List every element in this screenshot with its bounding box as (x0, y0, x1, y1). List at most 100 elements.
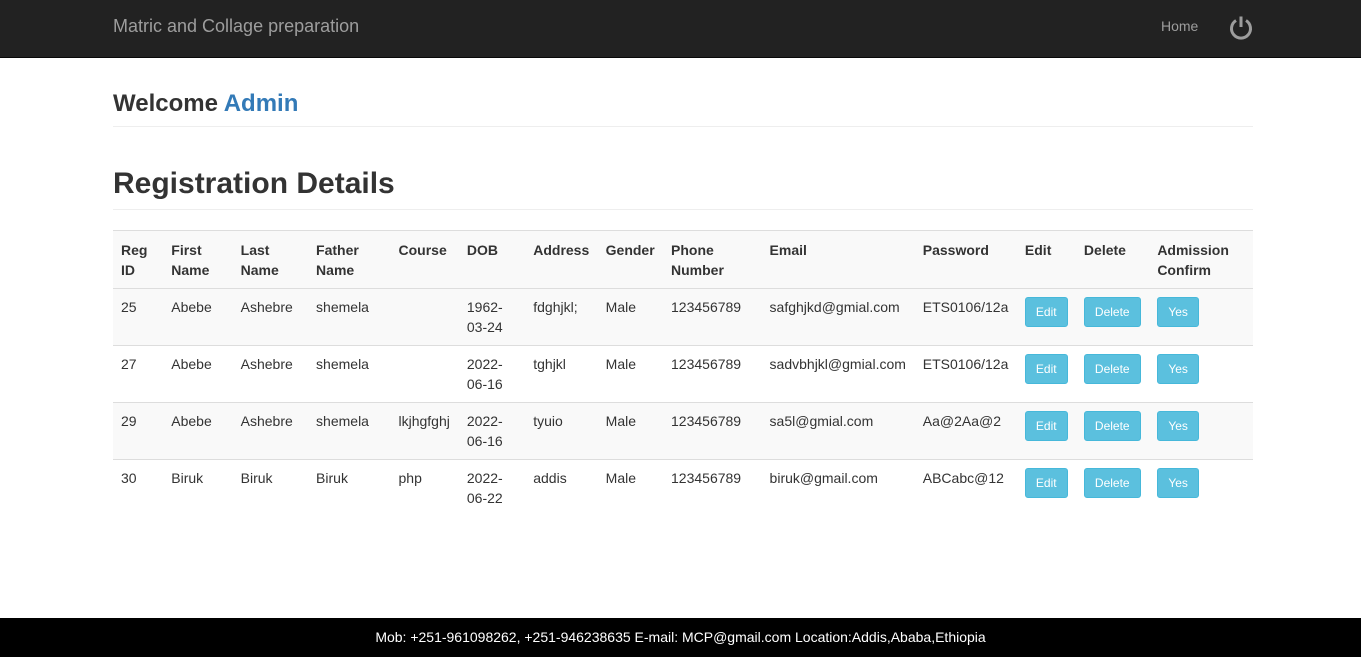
cell-delete: Delete (1075, 345, 1150, 403)
cell-address: tghjkl (525, 345, 598, 403)
admission-confirm-button[interactable]: Yes (1157, 354, 1199, 384)
column-header-line: Edit (1024, 242, 1052, 258)
cell-id: 27 (113, 345, 164, 403)
footer: Mob: +251-961098262, +251-946238635 E-ma… (0, 618, 1361, 657)
column-header-line: Name (240, 262, 279, 278)
cell-confirm: Yes (1149, 460, 1253, 517)
column-header: Phone Number (663, 230, 762, 289)
cell-gender: Male (597, 402, 664, 460)
dob-line: 2022- (466, 413, 503, 429)
dob-line: 03-24 (466, 319, 503, 335)
dob-line: 06-16 (466, 433, 503, 449)
cell-last: Ashebre (232, 345, 309, 403)
power-icon[interactable] (1228, 15, 1254, 41)
cell-phone: 123456789 (671, 470, 742, 486)
delete-button[interactable]: Delete (1083, 411, 1141, 441)
column-header: Address (525, 230, 598, 289)
delete-button[interactable]: Delete (1083, 468, 1141, 498)
column-header-line: Father (316, 242, 359, 258)
cell-father: Biruk (316, 470, 348, 486)
cell-confirm: Yes (1149, 345, 1253, 403)
column-header-line: Password (922, 242, 989, 258)
registration-table: Reg ID First Name Last Name Father Name Course DO… (113, 230, 1253, 517)
column-header: Father Name (308, 230, 391, 289)
table-row: 27 Abebe Ashebre shemela 2022- 06-16 tghjkl Mal… (113, 345, 1253, 403)
dob-line: 2022- (466, 356, 503, 372)
column-header-line: Address (533, 242, 590, 258)
cell-first: Abebe (163, 345, 233, 403)
column-header: Edit (1016, 230, 1076, 289)
cell-phone: 123456789 (663, 402, 762, 460)
cell-edit: Edit (1016, 288, 1076, 346)
admission-confirm-button[interactable]: Yes (1157, 297, 1199, 327)
edit-button[interactable]: Edit (1024, 468, 1068, 498)
cell-dob: 1962- 03-24 (458, 288, 526, 346)
cell-email: safghjkd@gmial.com (761, 288, 915, 346)
column-header-line: Phone (671, 242, 714, 258)
delete-button[interactable]: Delete (1083, 354, 1141, 384)
top-navbar: Matric and Collage preparation Home (0, 0, 1361, 58)
divider (113, 126, 1253, 127)
cell-gender: Male (605, 470, 637, 486)
cell-delete: Delete (1075, 402, 1150, 460)
column-header: DOB (458, 230, 526, 289)
cell-id: 29 (113, 402, 164, 460)
cell-first: Biruk (171, 470, 204, 486)
column-header: Password (914, 230, 1017, 289)
page-title: Registration Details (113, 167, 395, 200)
cell-first: Abebe (163, 288, 233, 346)
home-link[interactable]: Home (1161, 18, 1198, 34)
table-row: 30 Biruk Biruk Biruk php 2022- 06-22 addis Male 1… (113, 460, 1253, 517)
divider (113, 209, 1253, 210)
cell-delete: Delete (1076, 460, 1149, 517)
cell-edit: Edit (1016, 402, 1076, 460)
cell-first: Abebe (163, 402, 233, 460)
cell-gender: Male (597, 345, 664, 403)
column-header-line: ID (121, 262, 135, 278)
cell-father: shemela (308, 402, 391, 460)
cell-password: ETS0106/12a (914, 288, 1017, 346)
cell-last: Ashebre (232, 402, 309, 460)
edit-button[interactable]: Edit (1024, 354, 1068, 384)
cell-dob: 2022- 06-16 (458, 345, 526, 403)
column-header: Delete (1075, 230, 1150, 289)
delete-button[interactable]: Delete (1083, 297, 1141, 327)
brand-link[interactable]: Matric and Collage preparation (113, 16, 359, 37)
cell-phone: 123456789 (663, 345, 762, 403)
cell-course: php (398, 470, 422, 486)
column-header-line: Course (398, 242, 447, 258)
cell-address: fdghjkl; (525, 288, 598, 346)
welcome-heading: Welcome Admin (113, 90, 298, 118)
column-header-line: Name (171, 262, 210, 278)
cell-course: lkjhgfghj (390, 402, 459, 460)
admission-confirm-button[interactable]: Yes (1157, 411, 1199, 441)
cell-father: shemela (308, 288, 391, 346)
cell-last: Ashebre (232, 288, 309, 346)
column-header-line: Reg (121, 242, 148, 258)
cell-password: ETS0106/12a (914, 345, 1017, 403)
cell-father: shemela (308, 345, 391, 403)
column-header: Course (390, 230, 459, 289)
cell-email: sadvbhjkl@gmial.com (761, 345, 915, 403)
dob-line: 2022- (466, 470, 503, 486)
cell-delete: Delete (1075, 288, 1150, 346)
cell-edit: Edit (1016, 345, 1076, 403)
column-header-line: DOB (466, 242, 498, 258)
cell-address: addis (533, 470, 567, 486)
cell-dob: 2022- 06-22 (459, 460, 525, 517)
table-row: 25 Abebe Ashebre shemela 1962- 03-24 fdghjkl; M… (113, 288, 1253, 346)
column-header: Email (761, 230, 915, 289)
table-body: 25 Abebe Ashebre shemela 1962- 03-24 fdghjkl; M… (113, 288, 1253, 517)
cell-password: Aa@2Aa@2 (914, 402, 1017, 460)
cell-id: 30 (121, 470, 137, 486)
cell-address: tyuio (525, 402, 598, 460)
cell-course (390, 288, 459, 346)
admission-confirm-button[interactable]: Yes (1157, 468, 1199, 498)
table-row: 29 Abebe Ashebre shemela lkjhgfghj 2022- 06-16… (113, 402, 1253, 460)
cell-edit: Edit (1017, 460, 1076, 517)
cell-email: sa5l@gmial.com (761, 402, 915, 460)
edit-button[interactable]: Edit (1024, 411, 1068, 441)
edit-button[interactable]: Edit (1024, 297, 1068, 327)
column-header-line: Number (671, 262, 724, 278)
column-header: Gender (597, 230, 664, 289)
